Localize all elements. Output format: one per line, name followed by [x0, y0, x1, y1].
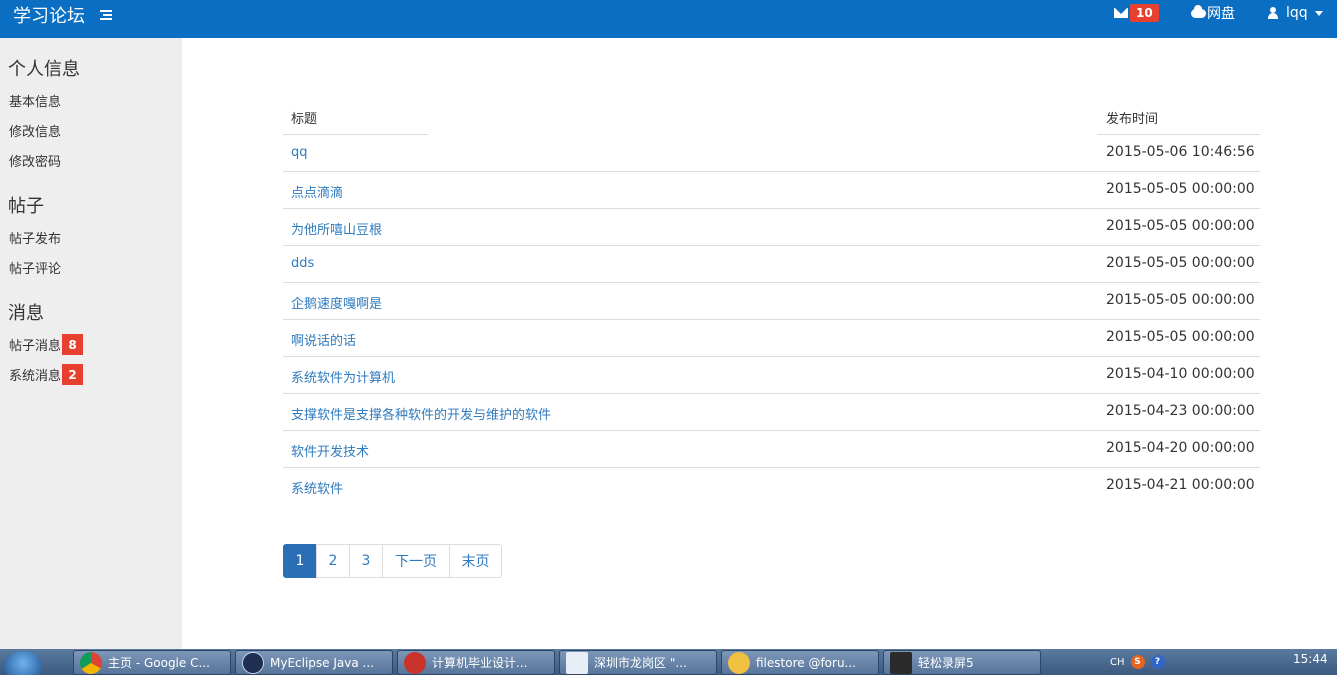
sidebar-item-post-messages[interactable]: 帖子消息 8: [9, 334, 84, 355]
table-row: 支撑软件是支撑各种软件的开发与维护的软件 2015-04-23 00:00:00: [283, 394, 1260, 431]
post-time: 2015-05-05 00:00:00: [1106, 255, 1255, 271]
sidebar: 个人信息 基本信息 修改信息 修改密码 帖子 帖子发布 帖子评论 消息 帖子消息…: [0, 38, 182, 649]
taskbar-button-word[interactable]: 深圳市龙岗区 "...: [559, 650, 717, 675]
net-disk-label: 网盘: [1207, 6, 1235, 22]
taskbar-button-myeclipse[interactable]: MyEclipse Java ...: [235, 650, 393, 675]
post-title-link[interactable]: 啊说话的话: [291, 330, 356, 349]
page-3-button[interactable]: 3: [349, 544, 383, 578]
post-title-link[interactable]: 企鹅速度嘎啊是: [291, 293, 382, 312]
sidebar-item-basic-info[interactable]: 基本信息: [9, 91, 61, 110]
post-time: 2015-04-21 00:00:00: [1106, 477, 1255, 493]
post-time: 2015-05-06 10:46:56: [1106, 144, 1255, 160]
post-title-link[interactable]: 系统软件: [291, 478, 343, 497]
language-indicator[interactable]: CH: [1110, 657, 1125, 668]
table-row: 啊说话的话 2015-05-05 00:00:00: [283, 320, 1260, 357]
sidebar-item-system-messages[interactable]: 系统消息 2: [9, 364, 84, 385]
table-row: dds 2015-05-05 00:00:00: [283, 246, 1260, 283]
taskbar-button-label: 深圳市龙岗区 "...: [594, 656, 687, 670]
sidebar-heading-profile: 个人信息: [8, 59, 80, 80]
post-messages-badge: 8: [62, 334, 84, 355]
post-title-link[interactable]: 点点滴滴: [291, 182, 343, 201]
taskbar-button-label: 轻松录屏5: [918, 656, 974, 670]
last-page-button[interactable]: 末页: [449, 544, 502, 578]
taskbar-button-label: 主页 - Google C...: [108, 656, 210, 670]
site-brand[interactable]: 学习论坛: [13, 2, 85, 28]
post-title-link[interactable]: 系统软件为计算机: [291, 367, 395, 386]
post-time: 2015-04-10 00:00:00: [1106, 366, 1255, 382]
sidebar-item-label: 帖子消息: [9, 339, 62, 354]
column-header-time: 发布时间: [1106, 112, 1159, 127]
taskbar-button-label: filestore @foru...: [756, 655, 856, 670]
mail-count-badge: 10: [1130, 4, 1159, 22]
table-row: 系统软件为计算机 2015-04-10 00:00:00: [283, 357, 1260, 394]
mail-button[interactable]: 10: [1114, 0, 1159, 26]
sidebar-item-edit-info[interactable]: 修改信息: [9, 121, 61, 140]
taskbar-button-label: 计算机毕业设计...: [432, 656, 528, 670]
os-taskbar: 主页 - Google C... MyEclipse Java ... 计算机毕…: [0, 649, 1337, 675]
table-row: 为他所嘻山豆根 2015-05-05 00:00:00: [283, 209, 1260, 246]
folder-icon: [728, 651, 750, 674]
table-row: qq 2015-05-06 10:46:56: [283, 135, 1260, 172]
help-icon[interactable]: ?: [1150, 655, 1165, 669]
sidebar-heading-messages: 消息: [8, 303, 44, 324]
sidebar-item-label: 系统消息: [9, 369, 62, 384]
column-header-title: 标题: [291, 112, 318, 127]
myeclipse-icon: [242, 651, 264, 674]
post-title-link[interactable]: 为他所嘻山豆根: [291, 219, 382, 238]
cloud-icon: [1191, 4, 1206, 18]
envelope-icon: [1114, 8, 1128, 18]
taskbar-button-filestore[interactable]: filestore @foru...: [721, 650, 879, 675]
user-icon: [1268, 7, 1278, 19]
net-disk-link[interactable]: 网盘: [1191, 0, 1235, 26]
post-title-link[interactable]: 软件开发技术: [291, 441, 369, 460]
caret-down-icon: [1314, 10, 1323, 16]
clock[interactable]: 15:44: [1293, 652, 1328, 666]
table-row: 软件开发技术 2015-04-20 00:00:00: [283, 431, 1260, 468]
post-time: 2015-05-05 00:00:00: [1106, 181, 1255, 197]
post-time: 2015-04-20 00:00:00: [1106, 440, 1255, 456]
sogou-input-icon[interactable]: S: [1130, 655, 1145, 669]
system-tray: CH S ?: [1110, 651, 1165, 673]
page-2-button[interactable]: 2: [316, 544, 350, 578]
pagination: 1 2 3 下一页 末页: [283, 544, 502, 578]
post-time: 2015-05-05 00:00:00: [1106, 329, 1255, 345]
sidebar-item-change-password[interactable]: 修改密码: [9, 151, 61, 170]
browser-icon: [404, 651, 426, 674]
page-1-button[interactable]: 1: [283, 544, 317, 578]
next-page-button[interactable]: 下一页: [382, 544, 450, 578]
post-time: 2015-05-05 00:00:00: [1106, 218, 1255, 234]
post-title-link[interactable]: qq: [291, 145, 308, 160]
table-row: 系统软件 2015-04-21 00:00:00: [283, 468, 1260, 505]
taskbar-button-chrome[interactable]: 主页 - Google C...: [73, 650, 231, 675]
sidebar-heading-posts: 帖子: [8, 196, 44, 217]
sidebar-item-publish-post[interactable]: 帖子发布: [9, 228, 61, 247]
table-row: 点点滴滴 2015-05-05 00:00:00: [283, 172, 1260, 209]
user-menu[interactable]: lqq: [1268, 0, 1323, 26]
post-title-link[interactable]: 支撑软件是支撑各种软件的开发与维护的软件: [291, 404, 551, 423]
taskbar-button-browser[interactable]: 计算机毕业设计...: [397, 650, 555, 675]
screen-recorder-icon: [890, 651, 912, 674]
menu-toggle-icon[interactable]: [100, 8, 112, 20]
post-time: 2015-04-23 00:00:00: [1106, 403, 1255, 419]
system-messages-badge: 2: [62, 364, 84, 385]
start-button[interactable]: [4, 651, 42, 675]
taskbar-button-screen-recorder[interactable]: 轻松录屏5: [883, 650, 1041, 675]
table-row: 企鹅速度嘎啊是 2015-05-05 00:00:00: [283, 283, 1260, 320]
chrome-icon: [80, 651, 102, 674]
post-title-link[interactable]: dds: [291, 256, 314, 271]
username: lqq: [1286, 5, 1308, 21]
post-time: 2015-05-05 00:00:00: [1106, 292, 1255, 308]
taskbar-button-label: MyEclipse Java ...: [270, 655, 374, 670]
top-navbar: 学习论坛 10 网盘 lqq: [0, 0, 1337, 38]
sidebar-item-post-comments[interactable]: 帖子评论: [9, 258, 61, 277]
word-document-icon: [566, 651, 588, 674]
